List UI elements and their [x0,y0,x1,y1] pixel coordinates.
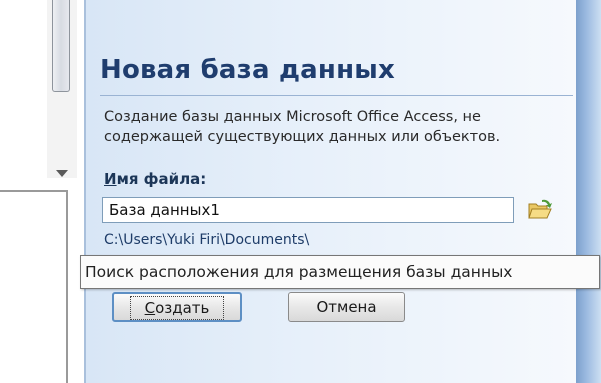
scroll-down-arrow-icon[interactable] [56,170,68,177]
filename-label: Имя файла: [104,170,206,188]
file-path: C:\Users\Yuki Firi\Documents\ [104,232,310,248]
filename-label-accelerator: И [104,170,117,188]
create-button-accelerator: С [144,299,156,317]
left-scrollbar-thumb[interactable] [52,0,70,92]
create-button[interactable]: Создать [112,292,242,322]
left-pane-divider-horizontal [0,190,67,192]
open-folder-icon[interactable] [527,198,553,222]
filename-label-text: мя файла: [116,170,207,188]
panel-right-border [576,0,601,383]
create-button-text: оздать [155,299,210,317]
panel-description: Создание базы данных Microsoft Office Ac… [104,109,501,145]
cancel-button[interactable]: Отмена [288,292,405,322]
create-button-label: Создать [129,296,225,320]
left-pane-divider-vertical [66,190,68,383]
browse-tooltip: Поиск расположения для размещения базы д… [80,255,600,289]
title-divider [100,95,573,96]
panel-title: Новая база данных [100,55,395,85]
filename-input[interactable] [102,197,514,223]
